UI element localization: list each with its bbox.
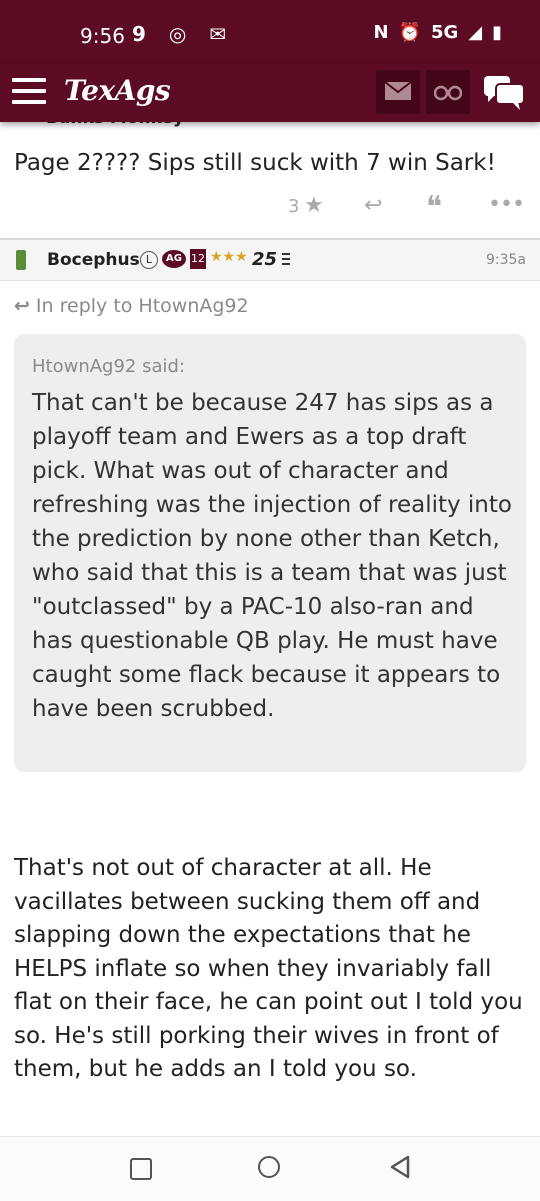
system-nav-bar — [0, 1136, 540, 1201]
like-count: 3 — [288, 196, 300, 217]
battery-icon: ▮ — [492, 22, 502, 43]
quote-author: HtownAg92 said: — [32, 356, 185, 377]
alarm-icon: ⏰ — [398, 22, 421, 43]
post-actions: 3 ★ ↩ ❝ ••• — [0, 190, 540, 226]
reply-arrow-icon: ↩ — [14, 295, 30, 317]
quote-block: HtownAg92 said: That can't be because 24… — [14, 334, 526, 772]
mobile-icon — [16, 250, 26, 270]
star-icon[interactable]: ★ — [304, 193, 324, 218]
post-time: 9:35a — [485, 252, 526, 268]
post-author[interactable]: Bocephus — [47, 250, 140, 270]
quote-text: That can't be because 247 has sips as a … — [32, 390, 512, 722]
top-navbar: TexAgs — [0, 64, 540, 122]
menu-icon[interactable] — [12, 78, 46, 108]
reply-icon[interactable]: ↩ — [364, 193, 382, 218]
more-icon[interactable]: ••• — [488, 192, 525, 217]
reply-body: That's not out of character at all. He v… — [14, 855, 523, 1082]
rating-stars: ★★★ — [210, 249, 248, 265]
chat-icon[interactable] — [482, 74, 526, 112]
reply-to-text: In reply to HtownAg92 — [35, 295, 249, 317]
status-bar: 9:56 9 ◎ ✉ N ⏰ 5G ◢ ▮ — [0, 0, 540, 64]
network-label: 5G — [430, 22, 459, 43]
recent-apps-icon[interactable] — [130, 1158, 152, 1180]
twelfth-man-badge: 12 — [190, 249, 206, 269]
binoculars-icon — [434, 85, 462, 101]
user-score: 25 — [252, 249, 278, 270]
notification-icons: 9 ◎ ✉ — [132, 22, 235, 46]
post-header: Bocephus L AG 12 ★★★ 25 9:35a — [0, 240, 540, 281]
status-time: 9:56 — [80, 24, 125, 48]
score-bars-icon — [282, 253, 290, 268]
reply-to-link[interactable]: ↩ In reply to HtownAg92 — [14, 295, 249, 317]
ag-badge: AG — [162, 250, 186, 268]
messages-button[interactable] — [376, 70, 420, 114]
lifetime-badge: L — [140, 251, 158, 269]
mail-icon — [384, 81, 412, 100]
nfc-icon: N — [373, 22, 389, 43]
quote-icon[interactable]: ❝ — [426, 190, 442, 225]
signal-icon: ◢ — [468, 22, 483, 43]
status-right: N ⏰ 5G ◢ ▮ — [373, 22, 502, 43]
site-logo[interactable]: TexAgs — [64, 74, 171, 107]
back-icon[interactable] — [388, 1154, 412, 1180]
post-body: Page 2???? Sips still suck with 7 win Sa… — [14, 150, 496, 176]
home-icon[interactable] — [258, 1156, 280, 1178]
binoculars-button[interactable] — [426, 70, 470, 114]
